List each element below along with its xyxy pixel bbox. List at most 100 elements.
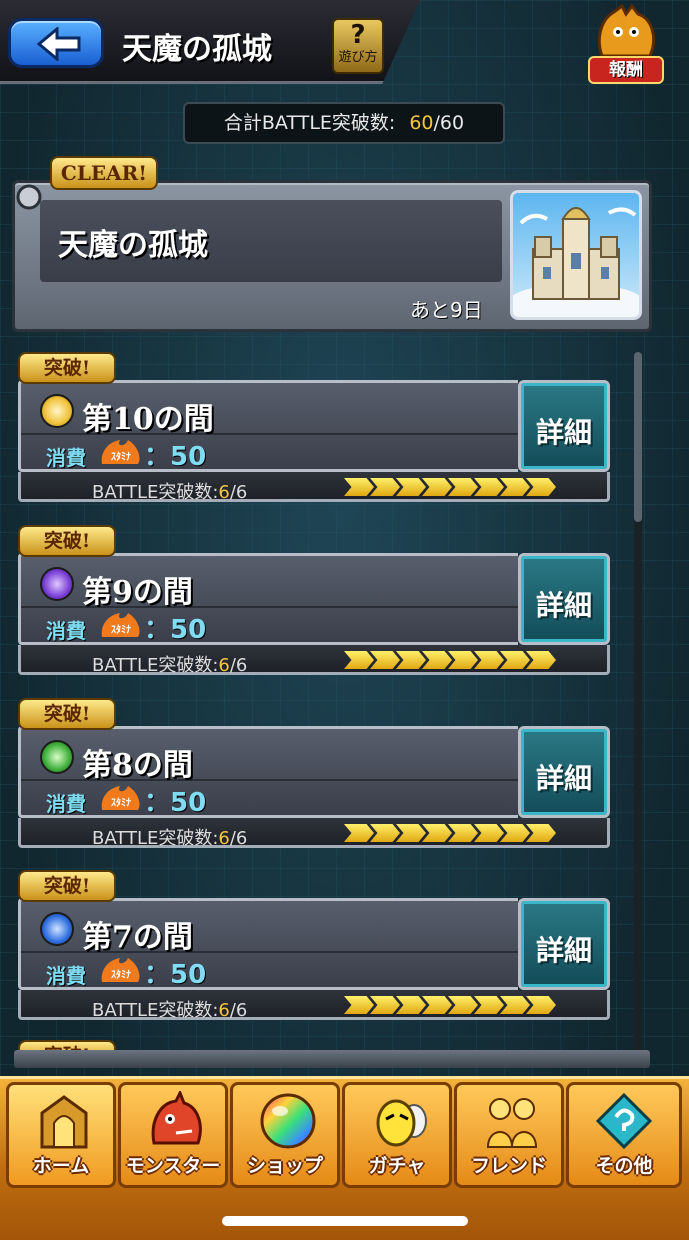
battle-max: /6	[229, 828, 248, 849]
reward-label: 報酬	[588, 56, 664, 84]
water-element-icon	[40, 912, 74, 946]
cost-label: 消費	[46, 964, 86, 988]
nav-other[interactable]: その他	[566, 1082, 682, 1188]
chevron	[370, 996, 400, 1014]
nav-shop[interactable]: ショップ	[230, 1082, 340, 1188]
chevron	[500, 996, 530, 1014]
cost-label: 消費	[46, 446, 86, 470]
progress-chevrons	[344, 996, 556, 1014]
room-card[interactable]: 突破! 第9の間 消費 ｽﾀﾐﾅ ：50 BATTLE突破数:6/6 詳細	[18, 525, 610, 677]
detail-button[interactable]: 詳細	[518, 898, 610, 990]
castle-thumbnail	[510, 190, 642, 320]
nav-label: モンスター	[125, 1155, 221, 1177]
cost-value: ：50	[144, 615, 207, 645]
cost-value: ：50	[144, 960, 207, 990]
chevron	[422, 824, 452, 842]
nav-home[interactable]: ホーム	[6, 1082, 116, 1188]
chevron	[526, 824, 556, 842]
detail-label: 詳細	[535, 934, 592, 967]
battle-max: /6	[229, 482, 248, 503]
chevron	[370, 478, 400, 496]
home-indicator[interactable]	[222, 1216, 468, 1226]
battle-max: /6	[229, 655, 248, 676]
battle-label: BATTLE突破数:	[92, 1000, 219, 1021]
chevron	[422, 651, 452, 669]
chevron	[448, 478, 478, 496]
stamina-label: ｽﾀﾐﾅ	[111, 968, 131, 981]
detail-button[interactable]: 詳細	[518, 553, 610, 645]
back-arrow-icon	[37, 27, 81, 61]
detail-label: 詳細	[535, 589, 592, 622]
battle-max: /6	[229, 1000, 248, 1021]
total-battle-current: 60	[409, 112, 434, 134]
room-card[interactable]: 突破! 第10の間 消費 ｽﾀﾐﾅ ：50 BATTLE突破数:6/6 詳細	[18, 352, 610, 504]
back-button[interactable]	[8, 18, 104, 68]
break-badge: 突破!	[18, 870, 116, 902]
dragon-icon	[151, 1091, 202, 1145]
battle-progress-text: BATTLE突破数:6/6	[92, 651, 247, 677]
detail-button[interactable]: 詳細	[518, 726, 610, 818]
clear-badge: CLEAR!	[50, 156, 158, 190]
light-element-icon	[40, 394, 74, 428]
dark-element-icon	[40, 567, 74, 601]
other-icon	[595, 1092, 653, 1150]
stamina-label: ｽﾀﾐﾅ	[111, 623, 131, 636]
chevron	[500, 478, 530, 496]
chevron	[500, 651, 530, 669]
nav-gacha[interactable]: ガチャ	[342, 1082, 452, 1188]
stamina-icon: ｽﾀﾐﾅ	[101, 786, 140, 810]
chevron	[474, 651, 504, 669]
chevron	[474, 478, 504, 496]
stamina-label: ｽﾀﾐﾅ	[111, 796, 131, 809]
chevron	[344, 478, 374, 496]
friends-icon	[486, 1098, 538, 1148]
chevron	[448, 824, 478, 842]
battle-current: 6	[218, 1000, 230, 1021]
room-name: 第10の間	[82, 402, 214, 437]
chevron	[500, 824, 530, 842]
nav-monster[interactable]: モンスター	[118, 1082, 228, 1188]
chevron	[344, 651, 374, 669]
nav-label: その他	[595, 1155, 653, 1177]
total-battle-label: 合計BATTLE突破数:	[223, 112, 396, 134]
chevron	[396, 996, 426, 1014]
chevron	[396, 651, 426, 669]
stamina-icon: ｽﾀﾐﾅ	[101, 958, 140, 982]
reward-button[interactable]: 報酬	[584, 4, 668, 88]
chevron	[448, 996, 478, 1014]
detail-label: 詳細	[535, 416, 592, 449]
battle-label: BATTLE突破数:	[92, 828, 219, 849]
scrollbar-thumb[interactable]	[634, 352, 642, 522]
chevron	[396, 824, 426, 842]
room-card[interactable]: 突破! 第8の間 消費 ｽﾀﾐﾅ ：50 BATTLE突破数:6/6 詳細	[18, 698, 610, 849]
room-name: 第7の間	[82, 920, 193, 955]
chevron	[370, 651, 400, 669]
chevron	[526, 996, 556, 1014]
nav-label: ホーム	[32, 1155, 90, 1177]
help-button[interactable]: ? 遊び方	[332, 18, 384, 74]
stage-card-title: 天魔の孤城	[58, 228, 208, 263]
home-gate-icon	[40, 1095, 88, 1149]
break-badge: 突破!	[18, 525, 116, 557]
chevron	[526, 651, 556, 669]
nav-friend[interactable]: フレンド	[454, 1082, 564, 1188]
nav-label: ガチャ	[368, 1155, 426, 1177]
rainbow-orb-icon	[260, 1093, 316, 1149]
total-battle-counter: 合計BATTLE突破数: 60/60	[183, 102, 505, 144]
stamina-label: ｽﾀﾐﾅ	[111, 450, 131, 463]
progress-chevrons	[344, 651, 556, 669]
progress-chevrons	[344, 478, 556, 496]
days-remaining: あと9日	[410, 298, 483, 322]
chevron	[526, 478, 556, 496]
battle-progress-text: BATTLE突破数:6/6	[92, 478, 247, 504]
stamina-icon: ｽﾀﾐﾅ	[101, 440, 140, 464]
battle-label: BATTLE突破数:	[92, 482, 219, 503]
battle-current: 6	[218, 655, 230, 676]
break-badge: 突破!	[18, 352, 116, 384]
detail-button[interactable]: 詳細	[518, 380, 610, 472]
cost-value: ：50	[144, 788, 207, 818]
list-frame-bottom	[14, 1050, 650, 1068]
cost-value: ：50	[144, 442, 207, 472]
room-card[interactable]: 突破! 第7の間 消費 ｽﾀﾐﾅ ：50 BATTLE突破数:6/6 詳細	[18, 870, 610, 1021]
nav-label: フレンド	[470, 1155, 547, 1177]
